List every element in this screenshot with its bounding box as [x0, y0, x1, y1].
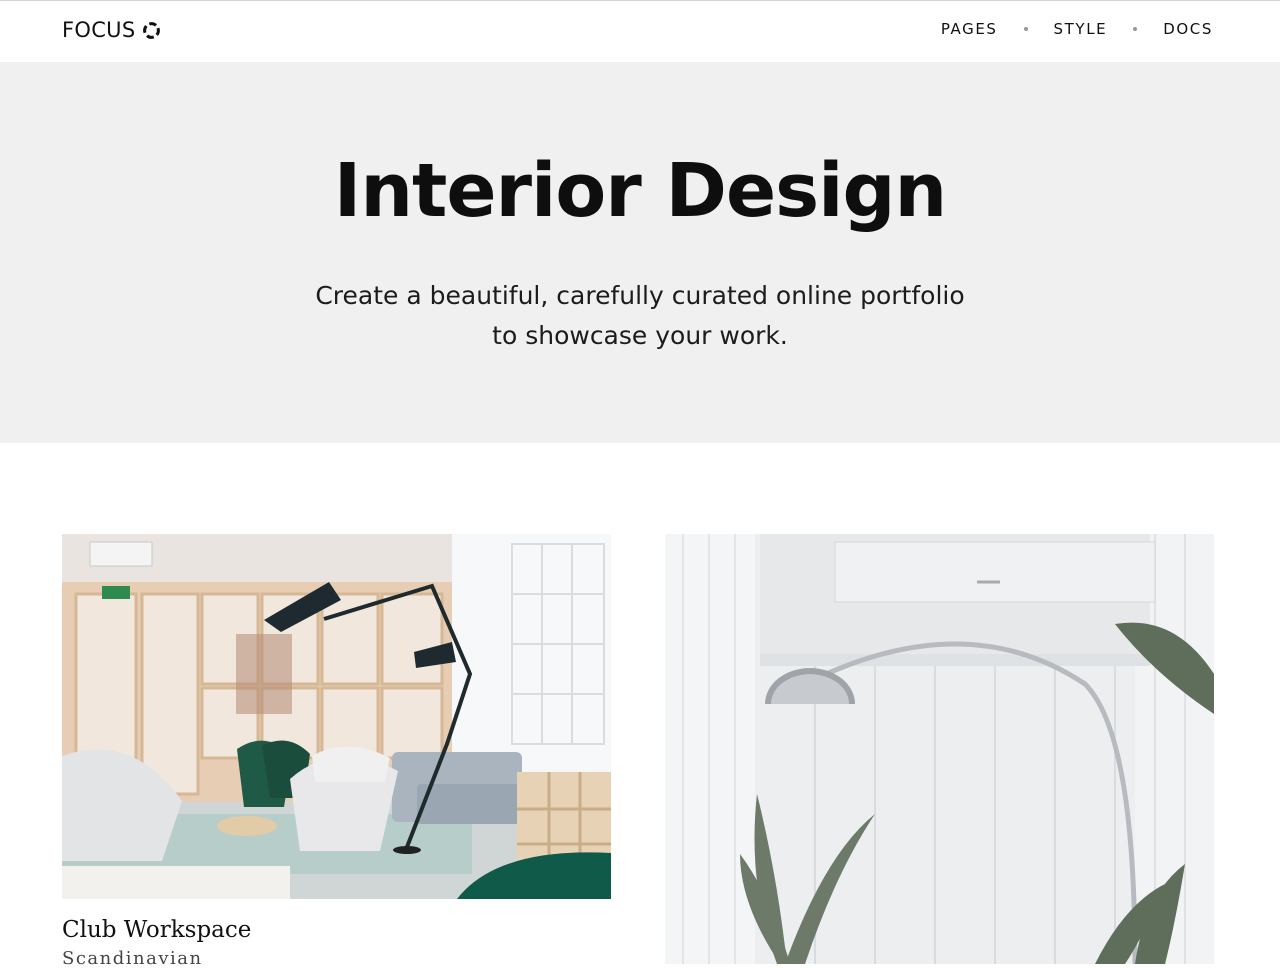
- portfolio-card[interactable]: Club Workspace Scandinavian: [62, 534, 611, 969]
- nav-pages[interactable]: PAGES: [941, 20, 998, 38]
- portfolio-image-club-workspace[interactable]: [62, 534, 611, 899]
- brand-name: FOCUS: [62, 18, 136, 42]
- hero-title: Interior Design: [333, 148, 947, 234]
- nav-docs[interactable]: DOCS: [1163, 20, 1213, 38]
- main-nav: PAGES STYLE DOCS: [941, 20, 1213, 38]
- card-subtitle: Scandinavian: [62, 948, 203, 969]
- top-navbar: FOCUS PAGES STYLE DOCS: [0, 0, 1280, 62]
- ring-icon: [143, 21, 161, 39]
- card-title[interactable]: Club Workspace: [62, 917, 251, 943]
- portfolio-card[interactable]: [665, 534, 1214, 964]
- hero-subtitle: Create a beautiful, carefully curated on…: [315, 281, 965, 350]
- brand-logo[interactable]: FOCUS: [62, 18, 161, 42]
- nav-separator-dot: [1133, 27, 1138, 31]
- portfolio-image-white-room[interactable]: [665, 534, 1214, 964]
- nav-style[interactable]: STYLE: [1054, 20, 1108, 38]
- nav-separator-dot: [1023, 27, 1028, 31]
- hero-section: Interior Design Create a beautiful, care…: [0, 62, 1280, 443]
